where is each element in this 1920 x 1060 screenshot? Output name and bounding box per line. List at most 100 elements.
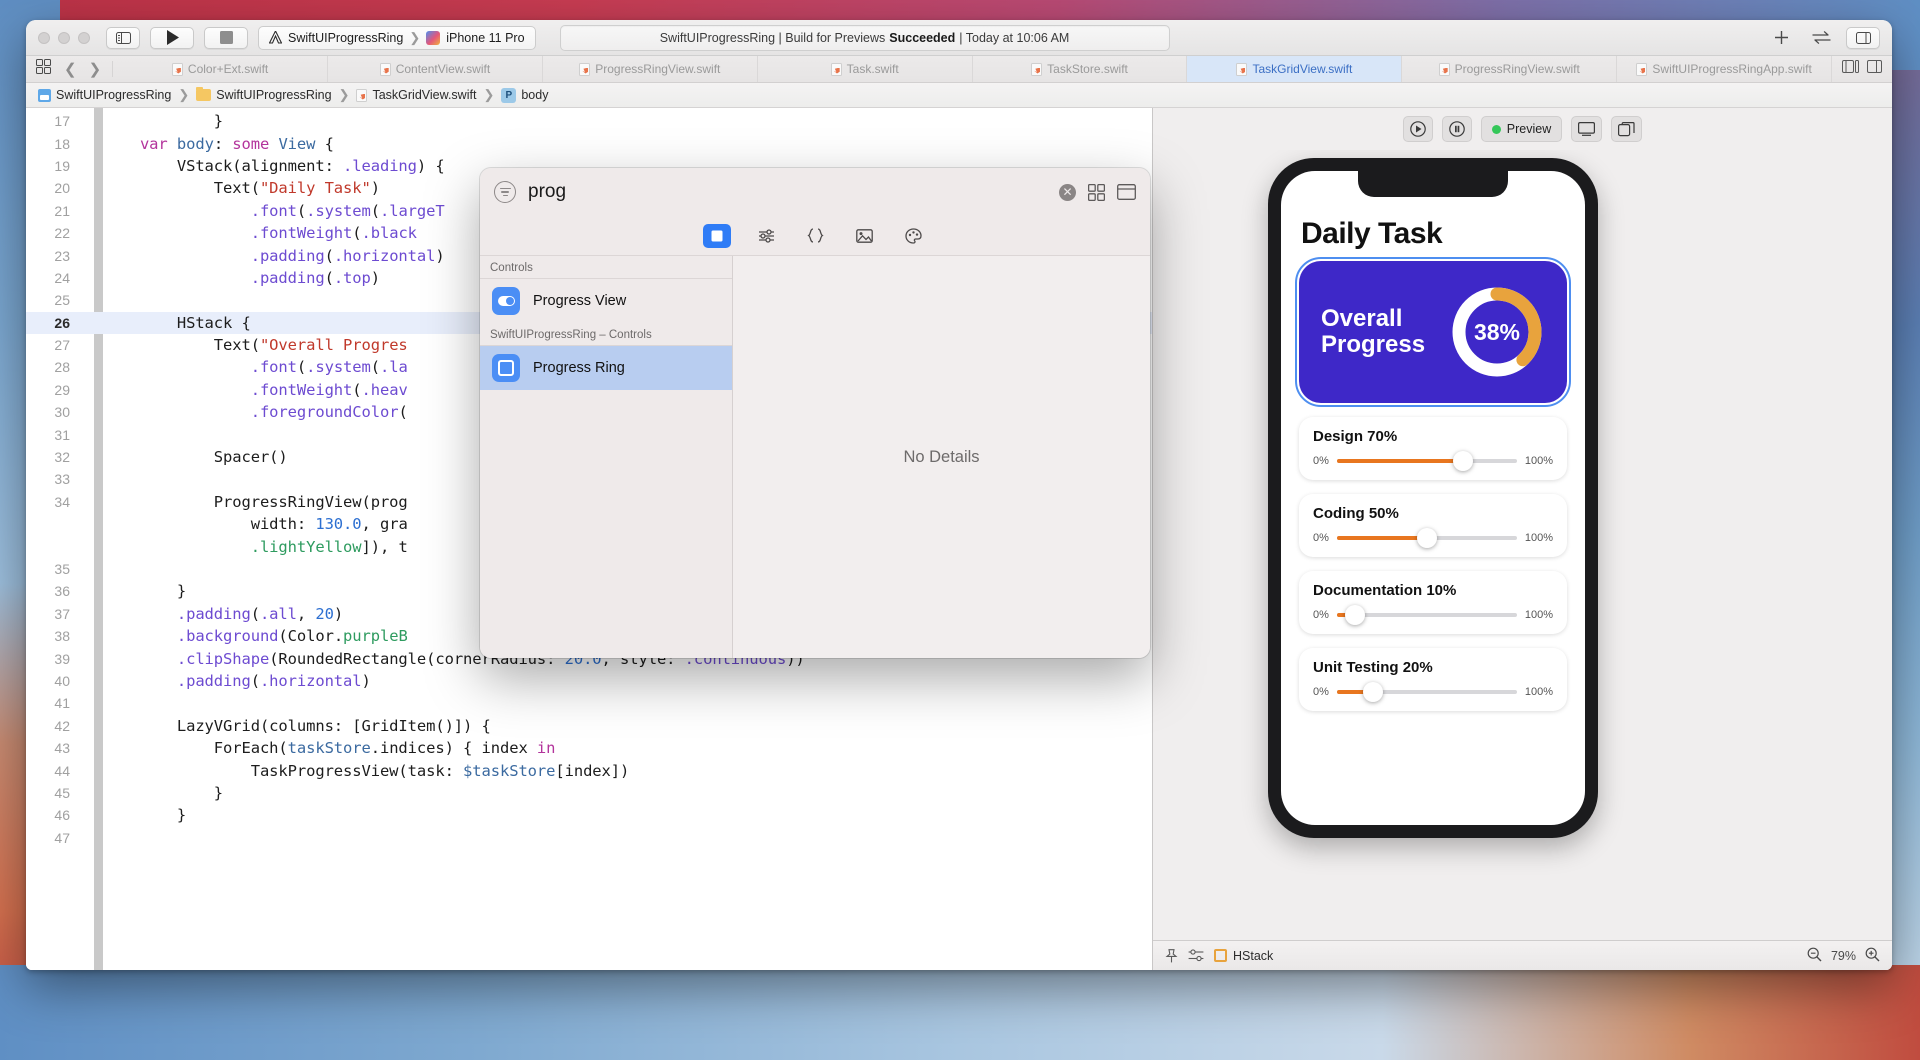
preview-device-area[interactable]: Daily Task Overall Progress 38% Design 7… xyxy=(1153,150,1892,940)
line-number: 19 xyxy=(54,157,70,174)
minimize-window-button[interactable] xyxy=(58,31,70,44)
preview-status-bar: HStack 79% xyxy=(1153,940,1892,970)
task-slider-knob[interactable] xyxy=(1416,528,1437,548)
task-slider-knob[interactable] xyxy=(1452,451,1473,471)
preview-pause-icon[interactable] xyxy=(1441,116,1472,142)
breadcrumb-item-folder[interactable]: SwiftUIProgressRing xyxy=(196,87,332,102)
task-slider-track[interactable] xyxy=(1336,682,1517,702)
editor-tab-6[interactable]: ProgressRingView.swift xyxy=(1402,56,1618,82)
breadcrumb[interactable]: SwiftUIProgressRing ❯ SwiftUIProgressRin… xyxy=(26,83,1892,108)
zoom-out-icon[interactable] xyxy=(1807,947,1822,965)
run-button[interactable] xyxy=(150,26,194,49)
editor-tab-2[interactable]: ProgressRingView.swift xyxy=(543,56,758,82)
selected-element-chip[interactable]: HStack xyxy=(1214,949,1273,963)
code-token: : xyxy=(213,134,233,153)
build-status-bar[interactable]: SwiftUIProgressRing | Build for Previews… xyxy=(559,24,1170,51)
preview-device-icon[interactable] xyxy=(1571,116,1603,142)
code-line[interactable]: 18 var body: some View { xyxy=(26,132,1152,154)
hstack-icon xyxy=(1214,949,1227,962)
media-library-icon[interactable] xyxy=(850,224,878,248)
code-line[interactable]: 42 LazyVGrid(columns: [GridItem()]) { xyxy=(26,715,1152,737)
editor-tab-1[interactable]: ContentView.swift xyxy=(328,56,543,82)
task-slider-track[interactable] xyxy=(1336,605,1517,625)
editor-tab-4[interactable]: TaskStore.swift xyxy=(973,56,1188,82)
code-token: .clipShape xyxy=(176,649,270,668)
library-list-item[interactable]: Progress Ring xyxy=(480,346,732,390)
editor-tab-label: Task.swift xyxy=(846,62,899,76)
editor-options-icon[interactable] xyxy=(1842,60,1859,78)
code-line[interactable]: 45 } xyxy=(26,782,1152,804)
task-slider-row[interactable]: 0% 100% xyxy=(1313,451,1553,471)
code-line-text: ForEach(taskStore.indices) { index in xyxy=(103,739,556,757)
task-slider-row[interactable]: 0% 100% xyxy=(1313,605,1553,625)
overall-percent-label: 38% xyxy=(1473,318,1521,345)
color-library-icon[interactable] xyxy=(899,224,927,248)
code-token: .black xyxy=(361,224,418,243)
preview-settings-icon[interactable] xyxy=(1188,949,1204,962)
code-token: ( xyxy=(324,268,334,287)
chevron-left-icon[interactable]: ❮ xyxy=(59,60,82,78)
stop-button[interactable] xyxy=(204,26,248,49)
code-line[interactable]: 17 } xyxy=(26,110,1152,132)
editor-tab-3[interactable]: Task.swift xyxy=(758,56,973,82)
detail-view-icon[interactable] xyxy=(1117,184,1136,200)
add-icon[interactable] xyxy=(1766,27,1796,49)
editor-tab-label: ContentView.swift xyxy=(395,62,491,76)
code-line[interactable]: 40 .padding(.horizontal) xyxy=(26,670,1152,692)
library-popup[interactable]: prog ✕ Controls Progress View SwiftUIProgr… xyxy=(480,168,1150,658)
code-line-text: Text("Daily Task") xyxy=(103,179,380,197)
preview-duplicate-icon[interactable] xyxy=(1611,116,1643,142)
line-number: 34 xyxy=(54,493,70,510)
modifiers-library-icon[interactable] xyxy=(752,224,780,248)
task-slider-knob[interactable] xyxy=(1362,682,1383,702)
code-line[interactable]: 41 xyxy=(26,692,1152,714)
breadcrumb-item-file[interactable]: TaskGridView.swift xyxy=(356,88,476,102)
code-line[interactable]: 44 TaskProgressView(task: $taskStore[ind… xyxy=(26,759,1152,781)
library-item-label: Progress View xyxy=(533,293,627,309)
sidebar-toggle-icon[interactable] xyxy=(106,26,140,49)
clear-search-icon[interactable]: ✕ xyxy=(1059,183,1076,201)
code-line[interactable]: 47 xyxy=(26,827,1152,849)
preview-play-icon[interactable] xyxy=(1402,116,1433,142)
code-line[interactable]: 43 ForEach(taskStore.indices) { index in xyxy=(26,737,1152,759)
swap-editors-icon[interactable] xyxy=(1806,27,1836,49)
tab-grid-icon[interactable] xyxy=(36,59,51,79)
pin-icon[interactable] xyxy=(1165,948,1178,963)
zoom-in-icon[interactable] xyxy=(1865,947,1880,965)
library-category-tabs[interactable] xyxy=(480,216,1150,256)
task-slider-row[interactable]: 0% 100% xyxy=(1313,528,1553,548)
code-line[interactable]: 46 } xyxy=(26,804,1152,826)
scheme-selector[interactable]: SwiftUIProgressRing ❯ iPhone 11 Pro xyxy=(258,25,536,50)
chevron-right-icon[interactable]: ❯ xyxy=(84,60,107,78)
code-token: ( xyxy=(370,201,380,220)
task-slider-knob[interactable] xyxy=(1344,605,1365,625)
library-list-item[interactable]: Progress View xyxy=(480,279,732,323)
overall-progress-card: Overall Progress 38% xyxy=(1295,257,1571,407)
inspector-toggle-icon[interactable] xyxy=(1846,26,1880,49)
views-library-icon[interactable] xyxy=(703,223,731,248)
code-line-text: } xyxy=(103,582,186,600)
window-traffic-lights[interactable] xyxy=(38,31,90,44)
task-slider-row[interactable]: 0% 100% xyxy=(1313,682,1553,702)
device-icon xyxy=(426,30,441,45)
library-results-list[interactable]: Controls Progress View SwiftUIProgressRing… xyxy=(480,256,733,658)
breadcrumb-item-symbol[interactable]: P body xyxy=(501,87,548,103)
snippets-library-icon[interactable] xyxy=(801,224,829,248)
breadcrumb-item-project[interactable]: SwiftUIProgressRing xyxy=(38,88,171,102)
library-search-input[interactable]: prog xyxy=(528,181,1047,203)
library-search-bar[interactable]: prog ✕ xyxy=(480,168,1150,216)
task-slider-track[interactable] xyxy=(1336,451,1517,471)
zoom-window-button[interactable] xyxy=(78,31,90,44)
task-slider-fill xyxy=(1336,536,1427,540)
task-slider-track[interactable] xyxy=(1336,528,1517,548)
editor-tab-7[interactable]: SwiftUIProgressRingApp.swift xyxy=(1617,56,1833,82)
editor-tab-0[interactable]: Color+Ext.swift xyxy=(113,56,329,82)
code-token: } xyxy=(103,783,224,802)
preview-live-button[interactable]: Preview xyxy=(1480,116,1563,142)
editor-tab-5[interactable]: TaskGridView.swift xyxy=(1187,56,1403,82)
add-editor-icon[interactable] xyxy=(1867,60,1882,78)
code-line-text: .padding(.horizontal) xyxy=(103,672,371,690)
grid-view-icon[interactable] xyxy=(1088,183,1105,201)
tabs-container: Color+Ext.swift ContentView.swift Progress… xyxy=(113,56,1833,82)
close-window-button[interactable] xyxy=(38,31,50,44)
